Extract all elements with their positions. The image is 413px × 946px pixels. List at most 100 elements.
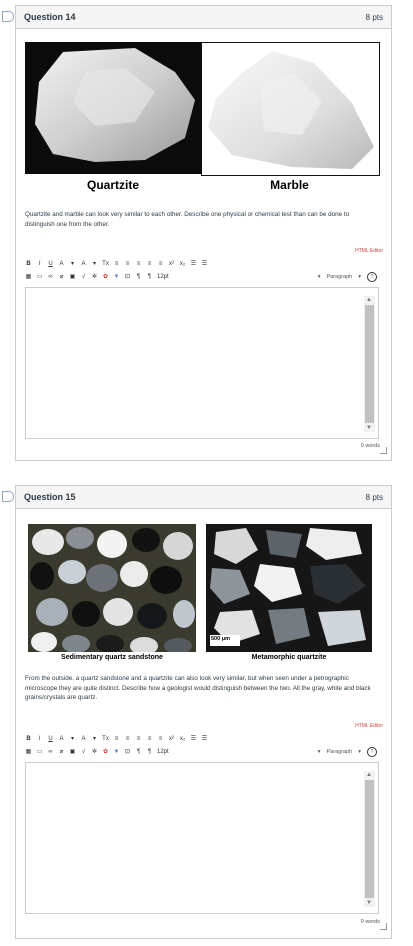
media-icon[interactable]: ▭ [36, 748, 43, 755]
link-icon[interactable]: ∞ [47, 749, 54, 755]
html-editor-link[interactable]: HTML Editor [355, 248, 383, 254]
align-right-icon[interactable]: ≡ [135, 736, 142, 742]
superscript-button[interactable]: x² [168, 736, 175, 742]
answer-textarea[interactable]: ▲ ▼ [25, 762, 379, 914]
embed-icon[interactable]: ⊡ [124, 748, 131, 755]
font-size-select[interactable]: 12pt [157, 749, 169, 755]
align-justify-icon[interactable]: ≡ [146, 736, 153, 742]
chevron-down-icon[interactable]: ▾ [358, 749, 361, 755]
resize-handle-icon[interactable] [380, 447, 387, 454]
scroll-up-icon[interactable]: ▲ [366, 772, 372, 778]
mark-icon[interactable]: ▼ [113, 274, 120, 280]
font-size-select[interactable]: 12pt [157, 274, 169, 280]
question-header: Question 14 8 pts [16, 6, 391, 29]
underline-button[interactable]: U [47, 736, 54, 742]
help-icon[interactable]: ? [367, 271, 377, 282]
math-icon[interactable]: √ [80, 749, 87, 755]
align-left-icon[interactable]: ≡ [113, 261, 120, 267]
question-prompt: From the outside, a quartz sandstone and… [25, 675, 371, 701]
marble-caption: Marble [270, 178, 309, 192]
clear-formatting-button[interactable]: Tx [102, 736, 109, 742]
math-icon[interactable]: √ [80, 274, 87, 280]
embed-icon[interactable]: ⊡ [124, 273, 131, 280]
paragraph-select[interactable]: Paragraph [327, 749, 353, 755]
subscript-button[interactable]: x₂ [179, 736, 186, 742]
numbered-list-icon[interactable]: ☰ [201, 735, 208, 742]
special-char-icon[interactable]: ✲ [91, 273, 98, 280]
chevron-down-icon[interactable]: ▾ [91, 735, 98, 742]
align-right-icon[interactable]: ≡ [135, 261, 142, 267]
resize-handle-icon[interactable] [380, 923, 387, 930]
bullet-list-icon[interactable]: ☰ [190, 735, 197, 742]
clear-formatting-button[interactable]: Tx [102, 261, 109, 267]
answer-textarea[interactable]: ▲ ▼ [25, 287, 379, 439]
question-card-14: Question 14 8 pts Quartzite Marble Quart… [15, 5, 392, 461]
background-color-button[interactable]: A [80, 736, 87, 742]
help-icon[interactable]: ? [367, 746, 377, 757]
bold-button[interactable]: B [25, 261, 32, 267]
text-color-button[interactable]: A [58, 261, 65, 267]
italic-button[interactable]: I [36, 736, 43, 742]
paragraph-select[interactable]: Paragraph [327, 274, 353, 280]
mark-icon[interactable]: ▼ [113, 749, 120, 755]
apps-icon[interactable]: ✿ [102, 748, 109, 755]
word-count: 0 words [360, 919, 380, 925]
image-icon[interactable]: ▣ [69, 273, 76, 280]
superscript-button[interactable]: x² [168, 261, 175, 267]
text-color-button[interactable]: A [58, 736, 65, 742]
quartzite-photo [25, 42, 201, 174]
unlink-icon[interactable]: ⌀ [58, 273, 65, 280]
question-title: Question 14 [24, 12, 76, 22]
italic-button[interactable]: I [36, 261, 43, 267]
question-card-15: Question 15 8 pts 500 μm Sedimentary qua… [15, 485, 392, 939]
indent-icon[interactable]: ≡ [157, 261, 164, 267]
rtl-icon[interactable]: ¶ [146, 274, 153, 280]
question-flag-icon[interactable] [2, 491, 14, 502]
editor-scrollbar[interactable]: ▲ ▼ [364, 296, 375, 432]
unlink-icon[interactable]: ⌀ [58, 748, 65, 755]
table-icon[interactable]: ▦ [25, 748, 32, 755]
indent-icon[interactable]: ≡ [157, 736, 164, 742]
chevron-down-icon[interactable]: ▾ [69, 260, 76, 267]
rtl-icon[interactable]: ¶ [146, 749, 153, 755]
align-center-icon[interactable]: ≡ [124, 736, 131, 742]
question-points: 8 pts [365, 492, 383, 502]
apps-icon[interactable]: ✿ [102, 273, 109, 280]
media-icon[interactable]: ▭ [36, 273, 43, 280]
ltr-icon[interactable]: ¶ [135, 274, 142, 280]
chevron-down-icon[interactable]: ▾ [69, 735, 76, 742]
background-color-button[interactable]: A [80, 261, 87, 267]
bullet-list-icon[interactable]: ☰ [190, 260, 197, 267]
chevron-down-icon[interactable]: ▾ [358, 274, 361, 280]
align-justify-icon[interactable]: ≡ [146, 261, 153, 267]
question-flag-icon[interactable] [2, 11, 14, 22]
quartzite-caption: Metamorphic quartzite [251, 654, 327, 661]
numbered-list-icon[interactable]: ☰ [201, 260, 208, 267]
underline-button[interactable]: U [47, 261, 54, 267]
scrollbar-thumb[interactable] [365, 305, 374, 423]
question-header: Question 15 8 pts [16, 486, 391, 509]
chevron-down-icon[interactable]: ▾ [91, 260, 98, 267]
ltr-icon[interactable]: ¶ [135, 749, 142, 755]
special-char-icon[interactable]: ✲ [91, 748, 98, 755]
align-left-icon[interactable]: ≡ [113, 736, 120, 742]
bold-button[interactable]: B [25, 736, 32, 742]
question-points: 8 pts [365, 12, 383, 22]
scroll-up-icon[interactable]: ▲ [366, 297, 372, 303]
align-center-icon[interactable]: ≡ [124, 261, 131, 267]
quartzite-caption: Quartzite [86, 178, 139, 192]
question-title: Question 15 [24, 492, 76, 502]
html-editor-link[interactable]: HTML Editor [355, 723, 383, 729]
image-icon[interactable]: ▣ [69, 748, 76, 755]
scroll-down-icon[interactable]: ▼ [366, 900, 372, 906]
subscript-button[interactable]: x₂ [179, 261, 186, 267]
scrollbar-thumb[interactable] [365, 780, 374, 898]
rce-toolbar: B I U A ▾ A ▾ Tx ≡ ≡ ≡ ≡ ≡ x² x₂ ☰ ☰ ▦ ▭… [25, 732, 377, 758]
chevron-down-icon[interactable]: ▾ [318, 749, 321, 755]
chevron-down-icon[interactable]: ▾ [318, 274, 321, 280]
table-icon[interactable]: ▦ [25, 273, 32, 280]
link-icon[interactable]: ∞ [47, 274, 54, 280]
scroll-down-icon[interactable]: ▼ [366, 425, 372, 431]
editor-scrollbar[interactable]: ▲ ▼ [364, 771, 375, 907]
marble-photo [201, 42, 380, 176]
